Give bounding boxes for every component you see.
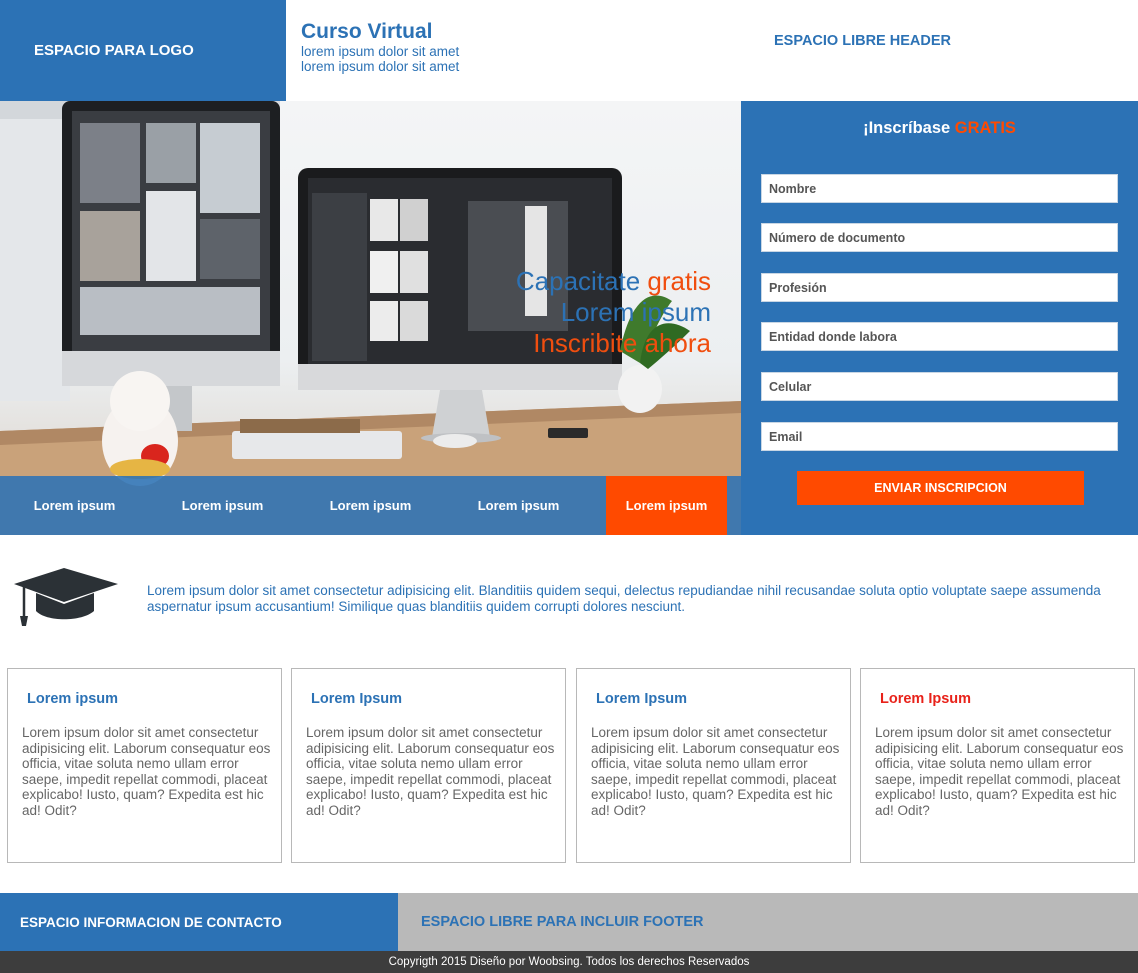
card-text: Lorem ipsum dolor sit amet consectetur a… [875, 725, 1124, 818]
card-title: Lorem ipsum [27, 691, 119, 707]
course-title: Curso Virtual [301, 20, 433, 43]
header-free-space: ESPACIO LIBRE HEADER [774, 33, 951, 49]
name-field[interactable] [761, 174, 1118, 203]
form-title-prefix: ¡Inscríbase [863, 119, 955, 137]
intro-text: Lorem ipsum dolor sit amet consectetur a… [147, 583, 1101, 614]
course-subtitle-1: lorem ipsum dolor sit amet [301, 44, 460, 59]
main-nav: Lorem ipsum Lorem ipsum Lorem ipsum Lore… [0, 476, 741, 535]
footer-free-space: ESPACIO LIBRE PARA INCLUIR FOOTER [398, 893, 1138, 951]
nav-item-4[interactable]: Lorem ipsum [458, 476, 579, 535]
logo-text: ESPACIO PARA LOGO [34, 42, 194, 59]
profession-field[interactable] [761, 273, 1118, 302]
info-card-3: Lorem Ipsum Lorem ipsum dolor sit amet c… [576, 668, 851, 863]
registration-form: ¡Inscríbase GRATIS ENVIAR INSCRIPCION [741, 101, 1138, 535]
submit-registration-button[interactable]: ENVIAR INSCRIPCION [797, 471, 1084, 505]
hero-banner: Capacitate gratis Lorem ipsum Inscribite… [0, 101, 741, 535]
card-text: Lorem ipsum dolor sit amet consectetur a… [591, 725, 840, 818]
employer-field[interactable] [761, 322, 1118, 351]
card-text: Lorem ipsum dolor sit amet consectetur a… [306, 725, 555, 818]
hero-tagline: Capacitate gratis Lorem ipsum Inscribite… [516, 266, 711, 359]
hero-line-3: Inscribite ahora [533, 328, 711, 358]
card-text: Lorem ipsum dolor sit amet consectetur a… [22, 725, 271, 818]
document-number-field[interactable] [761, 223, 1118, 252]
nav-item-3[interactable]: Lorem ipsum [310, 476, 431, 535]
course-heading: Curso Virtual lorem ipsum dolor sit amet… [301, 20, 459, 74]
hero-line-1-orange: gratis [647, 266, 711, 296]
info-card-4: Lorem Ipsum Lorem ipsum dolor sit amet c… [860, 668, 1135, 863]
card-title: Lorem Ipsum [596, 691, 688, 707]
info-card-1: Lorem ipsum Lorem ipsum dolor sit amet c… [7, 668, 282, 863]
nav-item-2[interactable]: Lorem ipsum [162, 476, 283, 535]
card-title: Lorem Ipsum [311, 691, 403, 707]
email-field[interactable] [761, 422, 1118, 451]
form-title-highlight: GRATIS [954, 119, 1016, 137]
logo-placeholder[interactable]: ESPACIO PARA LOGO [0, 0, 286, 101]
hero-line-1-blue: Capacitate [515, 266, 648, 296]
info-card-2: Lorem Ipsum Lorem ipsum dolor sit amet c… [291, 668, 566, 863]
hero-line-2: Lorem ipsum [560, 297, 711, 327]
site-header: ESPACIO PARA LOGO Curso Virtual lorem ip… [0, 0, 1138, 101]
nav-item-5-active[interactable]: Lorem ipsum [606, 476, 727, 535]
course-subtitle-2: lorem ipsum dolor sit amet [301, 59, 460, 74]
mobile-field[interactable] [761, 372, 1118, 401]
graduation-cap-icon [14, 568, 118, 626]
nav-item-1[interactable]: Lorem ipsum [14, 476, 135, 535]
hero-line-1: Capacitate gratis [516, 266, 711, 297]
copyright-bar: Copyrigth 2015 Diseño por Woobsing. Todo… [0, 951, 1138, 973]
form-title: ¡Inscríbase GRATIS [741, 119, 1138, 138]
footer-contact-info: ESPACIO INFORMACION DE CONTACTO [0, 893, 398, 951]
card-title: Lorem Ipsum [880, 691, 972, 707]
